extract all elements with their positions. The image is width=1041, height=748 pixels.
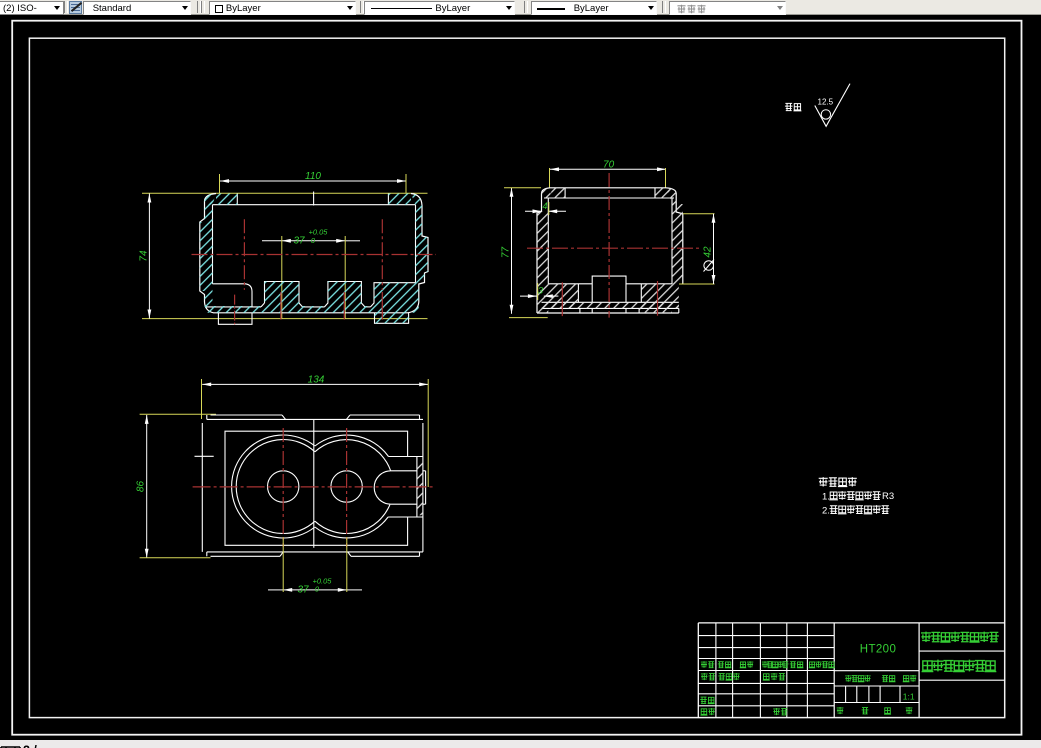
svg-text:1.: 1.: [822, 492, 830, 503]
svg-text:70: 70: [603, 159, 615, 170]
svg-text:74: 74: [139, 250, 150, 262]
svg-text:4: 4: [542, 201, 547, 211]
svg-text:37: 37: [297, 585, 309, 596]
svg-text:1:1: 1:1: [903, 692, 915, 702]
svg-text:HT200: HT200: [860, 644, 897, 656]
svg-text:R3: R3: [882, 491, 894, 502]
svg-text:77: 77: [501, 247, 512, 259]
svg-text:2.: 2.: [822, 506, 830, 517]
svg-text:37: 37: [293, 236, 305, 247]
svg-text:42: 42: [703, 246, 714, 258]
svg-text:12.5: 12.5: [818, 98, 834, 107]
svg-text:110: 110: [305, 171, 321, 182]
svg-text:134: 134: [308, 374, 325, 385]
svg-text:3: 3: [538, 286, 543, 296]
svg-text:86: 86: [136, 481, 147, 493]
